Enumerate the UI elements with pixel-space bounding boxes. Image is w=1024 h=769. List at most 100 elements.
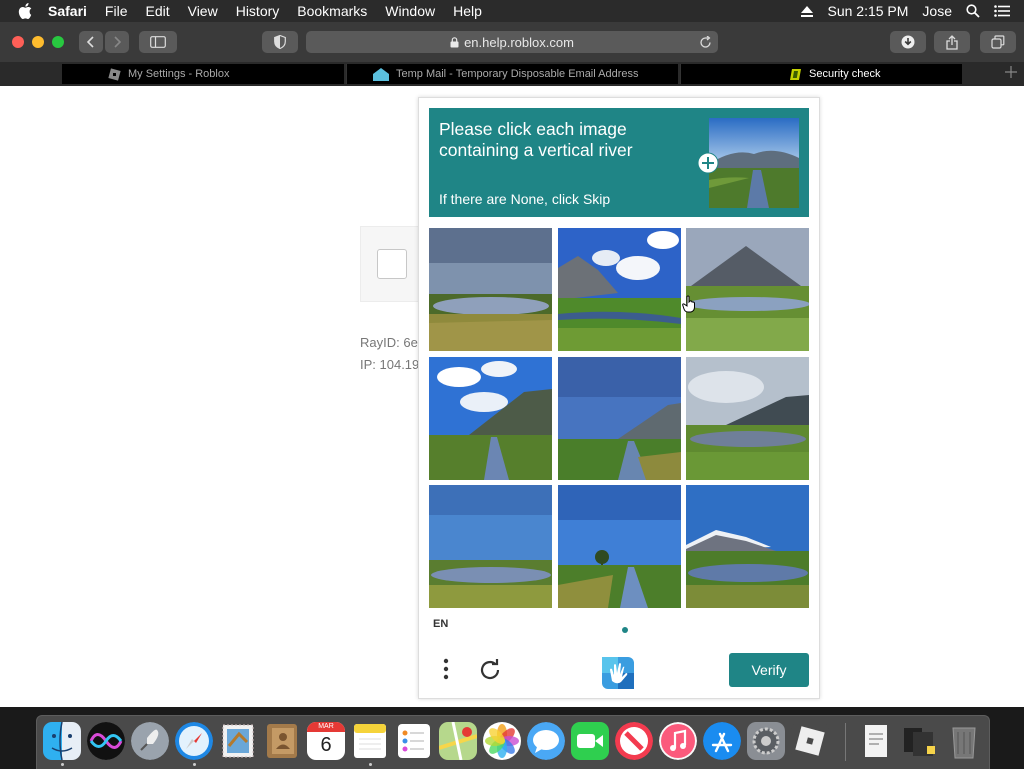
- dock-notes[interactable]: [351, 722, 389, 760]
- dock-system-preferences[interactable]: [747, 722, 785, 760]
- page-indicator-dot: [622, 627, 628, 633]
- privacy-report-button[interactable]: [262, 31, 298, 53]
- chevron-left-icon: [86, 36, 94, 48]
- lock-icon: [450, 36, 459, 47]
- challenge-image-1[interactable]: [429, 228, 552, 351]
- running-indicator: [369, 763, 372, 766]
- human-verification-checkbox[interactable]: [377, 249, 407, 279]
- share-icon: [946, 34, 958, 50]
- music-note-icon: [659, 722, 697, 760]
- downloads-stack-icon: [904, 728, 935, 756]
- dock-contacts[interactable]: [263, 722, 301, 760]
- prompt-hint: If there are None, click Skip: [439, 191, 611, 207]
- dock-photos[interactable]: [483, 722, 521, 760]
- refresh-challenge-button[interactable]: [477, 657, 503, 688]
- downloads-button[interactable]: [890, 31, 926, 53]
- dock-launchpad[interactable]: [131, 722, 169, 760]
- challenge-image-4[interactable]: [429, 357, 552, 480]
- menu-view[interactable]: View: [188, 3, 218, 19]
- chevron-right-icon: [114, 36, 122, 48]
- expand-example-icon[interactable]: [697, 152, 719, 174]
- dock-finder[interactable]: [43, 722, 81, 760]
- download-icon: [901, 35, 915, 49]
- back-button[interactable]: [79, 31, 103, 53]
- tab-bar: My Settings - Roblox Temp Mail - Tempora…: [0, 62, 1024, 86]
- dock-document[interactable]: [857, 722, 895, 760]
- finder-icon: [43, 722, 81, 760]
- tab-security-check[interactable]: Security check: [680, 64, 962, 84]
- reminders-icon: [398, 724, 430, 758]
- siri-icon: [87, 722, 125, 760]
- language-selector[interactable]: EN: [433, 618, 448, 630]
- menu-help[interactable]: Help: [453, 3, 482, 19]
- roblox-favicon-icon: [108, 67, 121, 81]
- spotlight-search-icon[interactable]: [966, 4, 980, 18]
- challenge-image-6[interactable]: [686, 357, 809, 480]
- roblox-icon: [791, 722, 829, 760]
- challenge-image-3[interactable]: [686, 228, 809, 351]
- dock-safari[interactable]: [175, 722, 213, 760]
- challenge-image-8[interactable]: [558, 485, 681, 608]
- challenge-image-2[interactable]: [558, 228, 681, 351]
- contacts-book-icon: [267, 724, 297, 758]
- challenge-image-7[interactable]: [429, 485, 552, 608]
- refresh-icon: [480, 659, 500, 680]
- verify-button[interactable]: Verify: [729, 653, 809, 687]
- menu-file[interactable]: File: [105, 3, 128, 19]
- dock-maps[interactable]: [439, 722, 477, 760]
- menu-bookmarks[interactable]: Bookmarks: [297, 3, 367, 19]
- dock-messages[interactable]: [527, 722, 565, 760]
- menu-history[interactable]: History: [236, 3, 280, 19]
- hcaptcha-hand-icon: [602, 657, 634, 689]
- tab-overview-button[interactable]: [980, 31, 1016, 53]
- running-indicator: [193, 763, 196, 766]
- close-window-button[interactable]: [12, 36, 24, 48]
- menu-app-name[interactable]: Safari: [48, 3, 87, 19]
- app-store-icon: [703, 722, 741, 760]
- more-options-button[interactable]: [439, 656, 453, 686]
- notification-center-icon[interactable]: [994, 5, 1010, 17]
- dock-facetime[interactable]: [571, 722, 609, 760]
- apple-menu-icon[interactable]: [18, 3, 36, 19]
- challenge-image-9[interactable]: [686, 485, 809, 608]
- hcaptcha-logo[interactable]: [600, 655, 636, 696]
- tab-roblox-settings[interactable]: My Settings - Roblox: [62, 64, 344, 84]
- dock-downloads-stack[interactable]: [901, 722, 939, 760]
- house-favicon-icon: [373, 67, 389, 81]
- zoom-window-button[interactable]: [52, 36, 64, 48]
- dock-calendar[interactable]: MAR 6: [307, 722, 345, 760]
- calendar-month: MAR: [307, 722, 345, 732]
- menu-window[interactable]: Window: [385, 3, 435, 19]
- new-tab-button[interactable]: [1004, 65, 1018, 84]
- hcaptcha-challenge: Please click each image containing a ver…: [418, 97, 820, 699]
- ray-id-text: RayID: 6e: [360, 335, 418, 350]
- example-image[interactable]: [709, 118, 799, 208]
- notes-icon: [354, 724, 386, 758]
- dock-siri[interactable]: [87, 722, 125, 760]
- news-icon: [615, 722, 653, 760]
- user-name[interactable]: Jose: [922, 3, 952, 19]
- dock-roblox[interactable]: [791, 722, 829, 760]
- mail-stamp-icon: [222, 724, 254, 758]
- prompt-title: Please click each image containing a ver…: [439, 119, 633, 160]
- dock-news[interactable]: [615, 722, 653, 760]
- dock-mail[interactable]: [219, 722, 257, 760]
- dock-app-store[interactable]: [703, 722, 741, 760]
- dock-trash[interactable]: [945, 722, 983, 760]
- dock-music[interactable]: [659, 722, 697, 760]
- reload-icon[interactable]: [699, 36, 712, 49]
- dock-reminders[interactable]: [395, 722, 433, 760]
- tab-title: Security check: [809, 68, 881, 80]
- challenge-image-5[interactable]: [558, 357, 681, 480]
- document-icon: [865, 725, 887, 757]
- minimize-window-button[interactable]: [32, 36, 44, 48]
- sidebar-toggle-button[interactable]: [139, 31, 177, 53]
- clock[interactable]: Sun 2:15 PM: [827, 3, 908, 19]
- tab-temp-mail[interactable]: Temp Mail - Temporary Disposable Email A…: [346, 64, 678, 84]
- photos-flower-icon: [485, 724, 519, 758]
- eject-icon[interactable]: [801, 5, 814, 17]
- share-button[interactable]: [934, 31, 970, 53]
- forward-button[interactable]: [105, 31, 129, 53]
- address-bar[interactable]: en.help.roblox.com: [306, 31, 718, 53]
- menu-edit[interactable]: Edit: [145, 3, 169, 19]
